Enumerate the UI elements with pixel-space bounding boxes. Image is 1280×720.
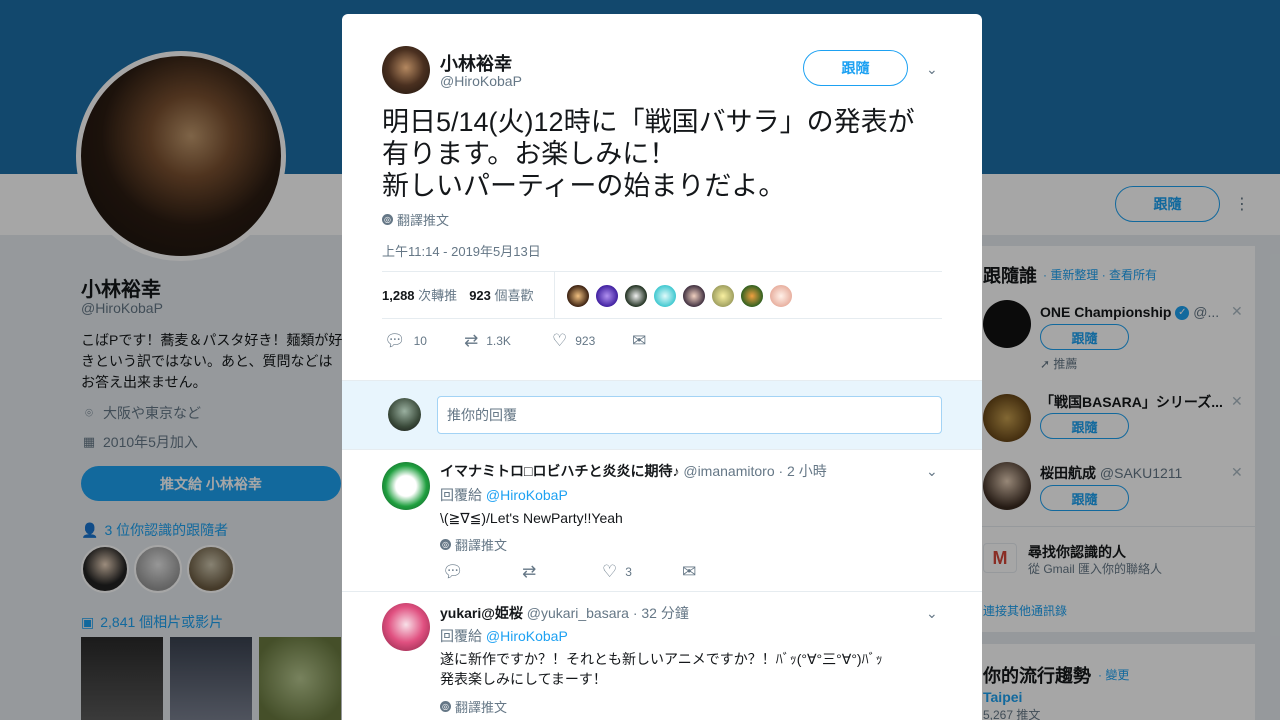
retweet-action[interactable]: ⇄ 1.3K	[464, 332, 552, 349]
tweet-follow-button[interactable]: 跟隨	[803, 50, 908, 86]
divider	[382, 318, 942, 319]
envelope-icon: ✉	[632, 331, 647, 350]
translate-tweet-link[interactable]: ◎ 翻譯推文	[440, 697, 507, 716]
direct-message-action[interactable]: ✉	[682, 563, 696, 580]
reply-time[interactable]: · 2 小時	[779, 463, 827, 479]
like-action[interactable]: ♡ 3	[602, 563, 682, 580]
liker-avatar[interactable]	[739, 283, 765, 309]
envelope-icon: ✉	[682, 562, 697, 581]
reply-text-line: 遂に新作ですか？！それとも新しいアニメですか？！ﾊﾞｯ(°∀°三°∀°)ﾊﾞｯ	[440, 651, 883, 667]
tweet-timestamp[interactable]: 上午11:14 - 2019年5月13日	[382, 241, 541, 260]
reply-author-avatar[interactable]	[382, 462, 430, 510]
globe-icon: ◎	[440, 701, 451, 712]
reply-icon: 💬︎	[442, 562, 464, 581]
reply-time[interactable]: · 32 分鐘	[633, 605, 689, 621]
tweet-text-line: 有ります。お楽しみに！	[382, 139, 677, 169]
translate-tweet-link[interactable]: ◎ 翻譯推文	[382, 210, 449, 229]
like-action[interactable]: ♡ 923	[552, 332, 632, 349]
retweets-stat[interactable]: 1,288 次轉推	[382, 285, 457, 304]
chevron-down-icon[interactable]: ⌄	[926, 61, 938, 78]
reply-author-name[interactable]: yukari@姫桜	[440, 605, 523, 621]
reply-icon: 💬︎	[384, 331, 406, 350]
reply-actions: 💬︎ ⇄ ♡ 3 ✉	[442, 563, 696, 580]
liker-avatar[interactable]	[565, 283, 591, 309]
liker-avatar[interactable]	[681, 283, 707, 309]
heart-icon: ♡	[602, 562, 618, 581]
chevron-down-icon[interactable]: ⌄	[926, 605, 938, 622]
reply-to-handle[interactable]: @HiroKobaP	[486, 628, 568, 644]
retweet-icon: ⇄	[522, 562, 537, 581]
globe-icon: ◎	[382, 214, 393, 225]
tweet-author-avatar[interactable]	[382, 46, 430, 94]
likes-stat[interactable]: 923 個喜歡	[469, 285, 533, 304]
reply-author-handle[interactable]: @yukari_basara	[527, 605, 629, 621]
reply-to-handle[interactable]: @HiroKobaP	[486, 487, 568, 503]
divider	[554, 272, 555, 318]
translate-label: 翻譯推文	[397, 213, 450, 228]
reply-author-name[interactable]: イマナミトロ□ロビハチと炎炎に期待♪	[440, 463, 679, 479]
reply-to-line: 回覆給 @HiroKobaP	[440, 487, 568, 503]
retweet-action[interactable]: ⇄	[522, 563, 602, 580]
reply-composer: 推你的回覆	[342, 380, 982, 450]
translate-tweet-link[interactable]: ◎ 翻譯推文	[440, 535, 507, 554]
reply-author-avatar[interactable]	[382, 603, 430, 651]
reply-header: イマナミトロ□ロビハチと炎炎に期待♪ @imanamitoro · 2 小時	[440, 461, 827, 481]
reply-action[interactable]: 💬︎	[442, 563, 522, 580]
liker-avatar[interactable]	[623, 283, 649, 309]
globe-icon: ◎	[440, 539, 451, 550]
reply-action[interactable]: 💬︎ 10	[384, 332, 464, 349]
liker-avatar[interactable]	[710, 283, 736, 309]
tweet-text-line: 明日5/14(火)12時に「戦国バサラ」の発表が	[382, 107, 915, 137]
reply-text: 遂に新作ですか？！それとも新しいアニメですか？！ﾊﾞｯ(°∀°三°∀°)ﾊﾞｯ …	[440, 649, 920, 689]
reply-header: yukari@姫桜 @yukari_basara · 32 分鐘	[440, 603, 689, 623]
reply-text-line: 発表楽しみにしてまーす！	[440, 671, 607, 687]
reply-tweet[interactable]: イマナミトロ□ロビハチと炎炎に期待♪ @imanamitoro · 2 小時 ⌄…	[342, 450, 982, 592]
divider	[382, 271, 942, 272]
tweet-author-handle[interactable]: @HiroKobaP	[440, 73, 522, 89]
tweet-modal: 小林裕幸 @HiroKobaP 跟隨 ⌄ 明日5/14(火)12時に「戦国バサラ…	[342, 14, 982, 720]
liker-avatar[interactable]	[768, 283, 794, 309]
reply-author-handle[interactable]: @imanamitoro	[683, 463, 774, 479]
reply-text: \(≧∇≦)/Let's NewParty!!Yeah	[440, 510, 623, 526]
reply-tweet[interactable]: yukari@姫桜 @yukari_basara · 32 分鐘 ⌄ 回覆給 @…	[342, 592, 982, 720]
reply-to-line: 回覆給 @HiroKobaP	[440, 628, 568, 644]
tweet-text-line: 新しいパーティーの始まりだよ。	[382, 171, 786, 201]
chevron-down-icon[interactable]: ⌄	[926, 463, 938, 480]
tweet-actions: 💬︎ 10 ⇄ 1.3K ♡ 923 ✉	[384, 332, 646, 349]
liker-avatar[interactable]	[652, 283, 678, 309]
liker-avatar[interactable]	[594, 283, 620, 309]
tweet-stats: 1,288 次轉推 923 個喜歡	[382, 285, 534, 304]
retweet-icon: ⇄	[464, 331, 479, 350]
reply-input[interactable]: 推你的回覆	[437, 396, 942, 434]
heart-icon: ♡	[552, 331, 568, 350]
current-user-avatar	[388, 398, 421, 431]
tweet-text: 明日5/14(火)12時に「戦国バサラ」の発表が 有ります。お楽しみに！ 新しい…	[382, 106, 942, 202]
direct-message-action[interactable]: ✉	[632, 332, 646, 349]
